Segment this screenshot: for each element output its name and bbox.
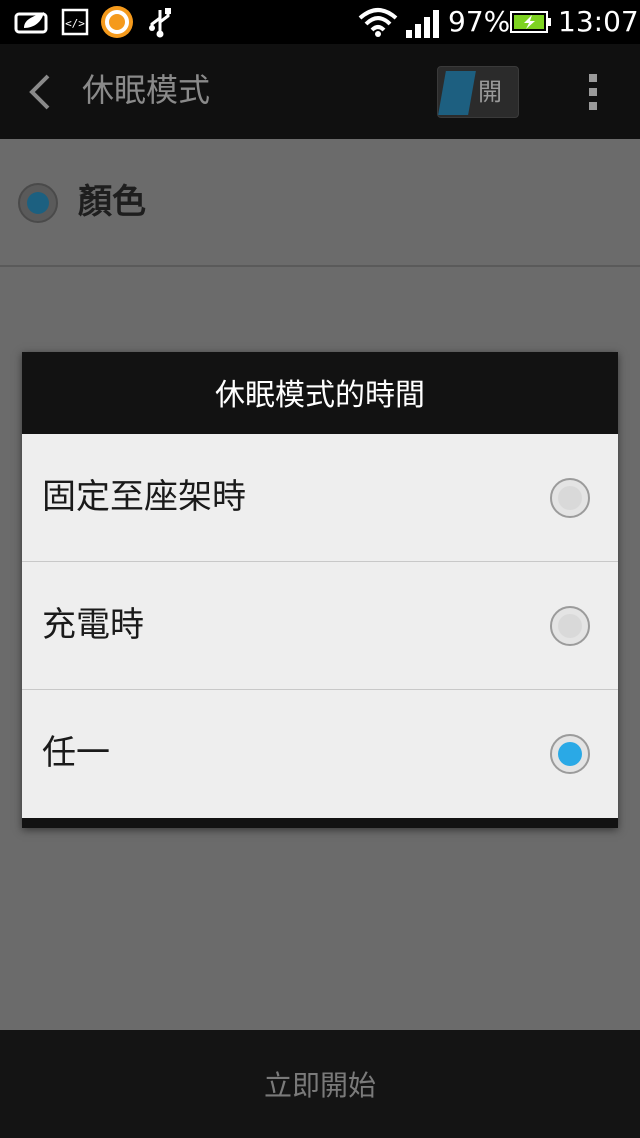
svg-text:</>: </>: [65, 17, 85, 30]
color-setting-label: 顏色: [78, 182, 146, 222]
dialog-option-list: 固定至座架時 充電時 任一: [22, 434, 618, 818]
toggle-label: 開: [478, 78, 502, 106]
signal-icon: [404, 6, 442, 38]
usb-icon: [146, 6, 174, 38]
sleep-mode-toggle[interactable]: 開: [437, 66, 519, 118]
option-label: 固定至座架時: [42, 477, 246, 517]
option-label: 任一: [42, 733, 110, 773]
sleep-time-dialog: 休眠模式的時間 固定至座架時 充電時 任一: [22, 352, 618, 828]
option-label: 充電時: [42, 605, 144, 645]
option-docked[interactable]: 固定至座架時: [22, 434, 618, 562]
radio-dot: [558, 486, 582, 510]
toggle-knob: [438, 71, 476, 115]
option-radio-selected[interactable]: [550, 734, 590, 774]
leaf-notification-icon: [14, 6, 50, 38]
battery-percent: 97%: [448, 5, 511, 38]
radio-dot: [558, 742, 582, 766]
overflow-dot-icon: [589, 88, 597, 96]
overflow-dot-icon: [589, 102, 597, 110]
code-icon: </>: [60, 6, 90, 38]
option-radio[interactable]: [550, 478, 590, 518]
option-radio[interactable]: [550, 606, 590, 646]
back-button[interactable]: [22, 72, 62, 112]
start-now-label: 立即開始: [263, 1069, 376, 1102]
action-bar: 休眠模式 開: [0, 44, 640, 139]
overflow-menu-button[interactable]: [584, 74, 602, 114]
overflow-dot-icon: [589, 74, 597, 82]
music-app-icon: [100, 6, 134, 38]
wifi-icon: [358, 6, 398, 38]
color-radio[interactable]: [18, 183, 58, 223]
battery-charging-icon: [510, 6, 552, 38]
option-either[interactable]: 任一: [22, 690, 618, 818]
radio-dot: [27, 192, 49, 214]
status-bar: </> 97% 13:07: [0, 0, 640, 44]
color-setting-row[interactable]: 顏色: [0, 139, 640, 267]
option-charging[interactable]: 充電時: [22, 562, 618, 690]
page-title: 休眠模式: [82, 71, 211, 109]
chevron-left-icon: [29, 74, 50, 110]
start-now-button[interactable]: 立即開始: [0, 1030, 640, 1138]
radio-dot: [558, 614, 582, 638]
dialog-title: 休眠模式的時間: [215, 378, 425, 413]
clock: 13:07: [558, 5, 639, 38]
